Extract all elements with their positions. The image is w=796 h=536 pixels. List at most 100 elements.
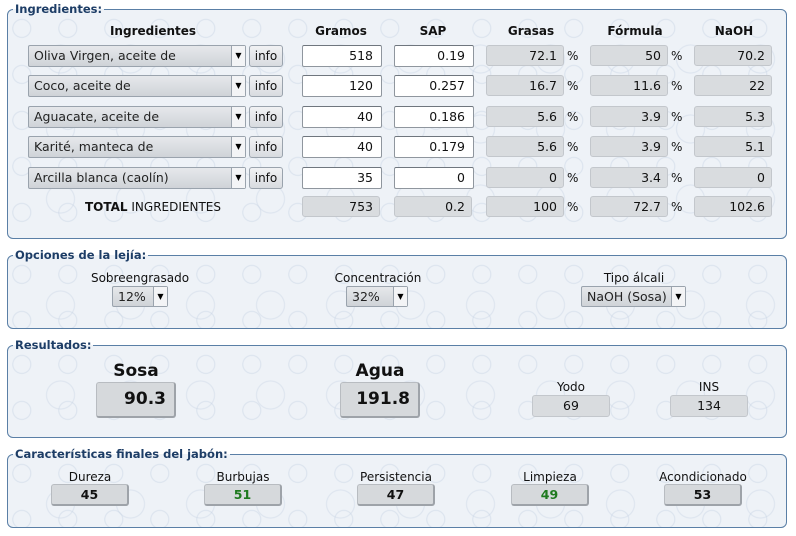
ingredient-name: Karité, manteca de bbox=[34, 139, 154, 154]
info-button[interactable]: info bbox=[249, 106, 283, 128]
sosa-value: 90.3 bbox=[96, 382, 176, 418]
header-gramos: Gramos bbox=[315, 24, 367, 38]
chevron-down-icon: ▼ bbox=[671, 287, 685, 306]
grasas-value: 16.7 bbox=[486, 75, 564, 96]
total-label-bold: TOTAL bbox=[85, 200, 128, 214]
total-gramos: 753 bbox=[302, 196, 380, 217]
ingredient-select[interactable]: Arcilla blanca (caolín) ▼ bbox=[28, 167, 246, 189]
grasas-value: 5.6 bbox=[486, 136, 564, 157]
grasas-pct: % bbox=[567, 171, 579, 185]
info-button[interactable]: info bbox=[249, 167, 283, 189]
sobreengrasado-select[interactable]: 12% ▼ bbox=[112, 286, 168, 307]
ingredient-name: Oliva Virgen, aceite de bbox=[34, 48, 176, 63]
lejia-legend: Opciones de la lejía: bbox=[15, 248, 147, 262]
total-label: TOTAL INGREDIENTES bbox=[28, 200, 278, 214]
naoh-value: 22 bbox=[694, 75, 772, 96]
formula-value: 3.4 bbox=[590, 167, 668, 188]
info-button[interactable]: info bbox=[249, 75, 283, 97]
header-sap: SAP bbox=[419, 24, 447, 38]
ins-label: INS bbox=[698, 380, 720, 394]
yodo-value: 69 bbox=[532, 395, 610, 417]
header-naoh: NaOH bbox=[714, 24, 754, 38]
grasas-pct: % bbox=[567, 79, 579, 93]
ingredient-select[interactable]: Oliva Virgen, aceite de ▼ bbox=[28, 45, 246, 67]
sap-input[interactable]: 0.19 bbox=[394, 45, 474, 67]
naoh-value: 0 bbox=[694, 167, 772, 188]
sosa-label: Sosa bbox=[113, 361, 159, 381]
total-formula-pct: % bbox=[671, 200, 683, 214]
agua-value: 191.8 bbox=[340, 382, 420, 418]
sobreengrasado-value: 12% bbox=[118, 289, 146, 304]
characteristic-value: 49 bbox=[511, 484, 589, 506]
total-grasas-pct: % bbox=[567, 200, 579, 214]
ingredient-select[interactable]: Coco, aceite de ▼ bbox=[28, 75, 246, 97]
total-grasas: 100 bbox=[486, 196, 564, 217]
chevron-down-icon: ▼ bbox=[393, 287, 407, 306]
formula-pct: % bbox=[671, 140, 683, 154]
ingredient-name: Aguacate, aceite de bbox=[34, 109, 160, 124]
yodo-label: Yodo bbox=[556, 380, 586, 394]
characteristic-value: 53 bbox=[664, 484, 742, 506]
sap-input[interactable]: 0.179 bbox=[394, 136, 474, 158]
chevron-down-icon: ▼ bbox=[231, 137, 245, 157]
concentracion-select[interactable]: 32% ▼ bbox=[346, 286, 408, 307]
formula-pct: % bbox=[671, 49, 683, 63]
total-sap: 0.2 bbox=[394, 196, 472, 217]
gramos-input[interactable]: 40 bbox=[302, 106, 382, 128]
tipo-alcali-value: NaOH (Sosa) bbox=[587, 289, 667, 304]
total-label-rest: INGREDIENTES bbox=[127, 200, 221, 214]
chevron-down-icon: ▼ bbox=[153, 287, 167, 306]
naoh-value: 5.3 bbox=[694, 106, 772, 127]
sap-input[interactable]: 0.186 bbox=[394, 106, 474, 128]
characteristic-value: 47 bbox=[357, 484, 435, 506]
ingredient-name: Arcilla blanca (caolín) bbox=[34, 170, 169, 185]
characteristic-label: Limpieza bbox=[523, 470, 577, 484]
characteristic-value: 51 bbox=[204, 484, 282, 506]
formula-pct: % bbox=[671, 110, 683, 124]
header-grasas: Grasas bbox=[507, 24, 555, 38]
sap-input[interactable]: 0.257 bbox=[394, 75, 474, 97]
gramos-input[interactable]: 518 bbox=[302, 45, 382, 67]
grasas-value: 0 bbox=[486, 167, 564, 188]
chevron-down-icon: ▼ bbox=[231, 168, 245, 188]
ingredientes-legend: Ingredientes: bbox=[15, 2, 103, 16]
characteristic-label: Acondicionado bbox=[659, 470, 747, 484]
header-ingredientes: Ingredientes bbox=[109, 24, 197, 38]
naoh-value: 70.2 bbox=[694, 45, 772, 66]
caracteristicas-legend: Características finales del jabón: bbox=[15, 447, 228, 461]
info-button[interactable]: info bbox=[249, 136, 283, 158]
tipo-alcali-label: Tipo álcali bbox=[603, 271, 665, 285]
grasas-value: 72.1 bbox=[486, 45, 564, 66]
tipo-alcali-select[interactable]: NaOH (Sosa) ▼ bbox=[581, 286, 686, 307]
formula-value: 3.9 bbox=[590, 136, 668, 157]
characteristic-label: Persistencia bbox=[360, 470, 432, 484]
resultados-legend: Resultados: bbox=[15, 338, 92, 352]
formula-value: 50 bbox=[590, 45, 668, 66]
chevron-down-icon: ▼ bbox=[231, 46, 245, 66]
characteristic-label: Dureza bbox=[68, 470, 112, 484]
header-formula: Fórmula bbox=[607, 24, 663, 38]
characteristic-value: 45 bbox=[51, 484, 129, 506]
formula-pct: % bbox=[671, 171, 683, 185]
ins-value: 134 bbox=[670, 395, 748, 417]
info-button[interactable]: info bbox=[249, 45, 283, 67]
chevron-down-icon: ▼ bbox=[231, 107, 245, 127]
grasas-pct: % bbox=[567, 140, 579, 154]
total-formula: 72.7 bbox=[590, 196, 668, 217]
formula-value: 11.6 bbox=[590, 75, 668, 96]
concentracion-label: Concentración bbox=[334, 271, 422, 285]
ingredient-select[interactable]: Aguacate, aceite de ▼ bbox=[28, 106, 246, 128]
naoh-value: 5.1 bbox=[694, 136, 772, 157]
ingredient-select[interactable]: Karité, manteca de ▼ bbox=[28, 136, 246, 158]
gramos-input[interactable]: 35 bbox=[302, 167, 382, 189]
ingredient-name: Coco, aceite de bbox=[34, 78, 131, 93]
sap-input[interactable]: 0 bbox=[394, 167, 474, 189]
concentracion-value: 32% bbox=[352, 289, 380, 304]
formula-pct: % bbox=[671, 79, 683, 93]
sobreengrasado-label: Sobreengrasado bbox=[90, 271, 190, 285]
formula-value: 3.9 bbox=[590, 106, 668, 127]
grasas-pct: % bbox=[567, 110, 579, 124]
agua-label: Agua bbox=[355, 361, 405, 381]
gramos-input[interactable]: 120 bbox=[302, 75, 382, 97]
gramos-input[interactable]: 40 bbox=[302, 136, 382, 158]
